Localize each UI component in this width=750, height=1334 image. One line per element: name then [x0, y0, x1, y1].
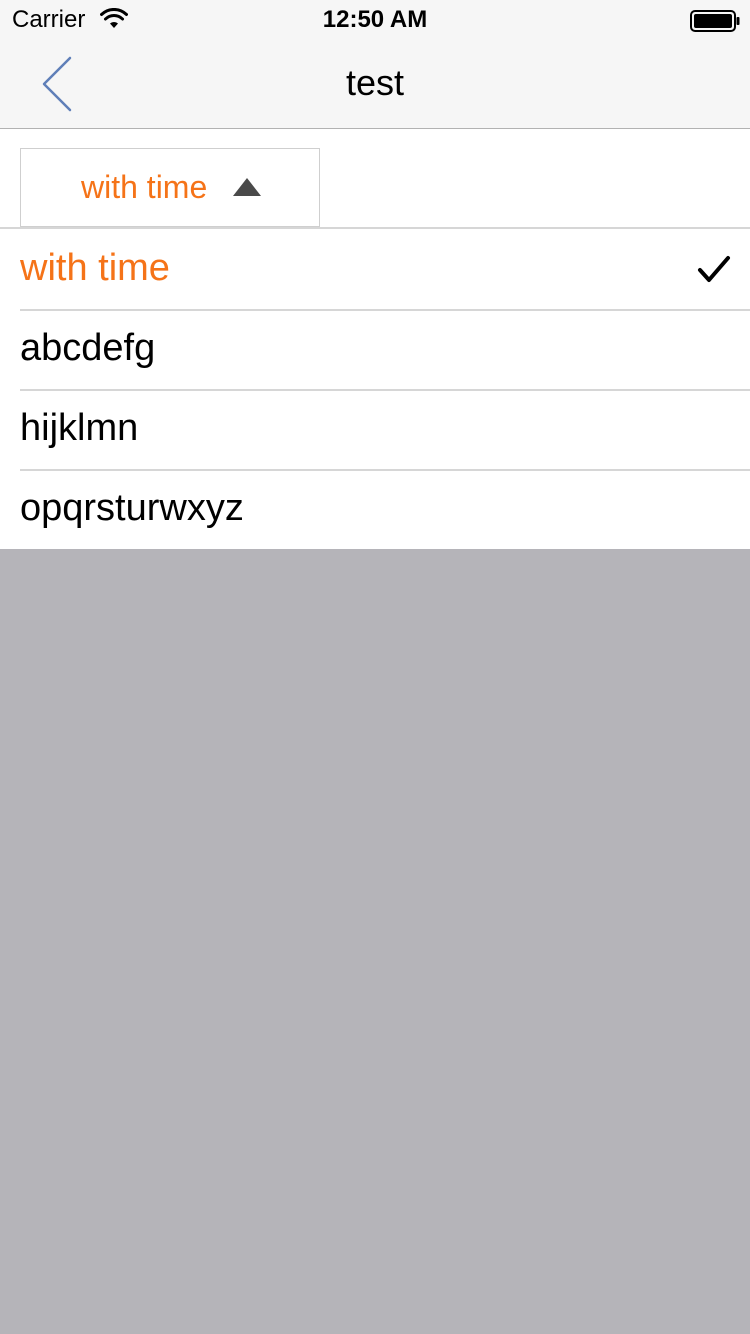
checkmark-icon: [698, 256, 730, 282]
option-item-with-time[interactable]: with time: [0, 229, 750, 309]
content-area: with time with time abcdefg hijklmn opqr…: [0, 129, 750, 549]
option-item-abcdefg[interactable]: abcdefg: [0, 309, 750, 389]
navigation-bar: test: [0, 40, 750, 129]
filter-dropdown-button[interactable]: with time: [20, 148, 320, 227]
filter-label: with time: [81, 169, 208, 205]
option-label: with time: [20, 247, 170, 289]
clock: 12:50 AM: [322, 6, 428, 33]
option-item-hijklmn[interactable]: hijklmn: [0, 389, 750, 469]
filter-bar: with time: [0, 129, 750, 229]
dropdown-option-list: with time abcdefg hijklmn opqrsturwxyz: [0, 229, 750, 549]
caret-up-icon: [233, 178, 261, 196]
status-bar: Carrier 12:50 AM: [0, 0, 750, 40]
option-label: opqrsturwxyz: [20, 487, 244, 529]
page-title: test: [345, 62, 405, 103]
option-label: abcdefg: [20, 327, 156, 369]
battery-icon: [690, 10, 740, 32]
option-label: hijklmn: [20, 407, 139, 449]
option-item-opqrsturwxyz[interactable]: opqrsturwxyz: [0, 469, 750, 549]
dimmed-overlay[interactable]: [0, 549, 750, 1334]
